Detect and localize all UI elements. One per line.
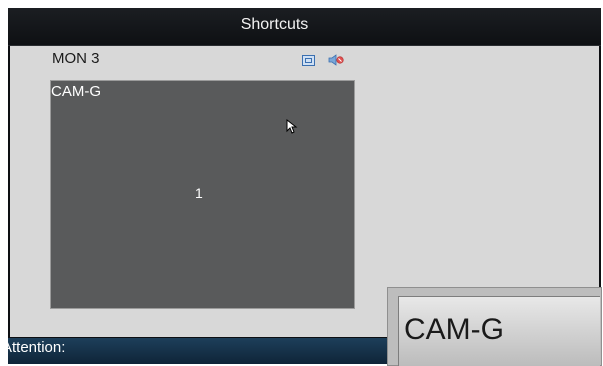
monitor-label: MON 3 <box>52 50 100 67</box>
audio-mute-icon[interactable] <box>328 53 344 67</box>
title-bar: Shortcuts <box>8 8 601 46</box>
attention-label: Attention: <box>2 339 66 356</box>
mouse-cursor-icon <box>286 119 298 134</box>
screen: Shortcuts MON 3 CAM-G 1 Attention: CAM-G <box>0 0 603 366</box>
preview-camera-label: CAM-G <box>51 83 101 100</box>
camera-name-overlay: CAM-G <box>387 287 602 366</box>
video-preview[interactable]: CAM-G 1 <box>50 80 355 309</box>
preview-window-number: 1 <box>195 185 203 201</box>
camera-name-panel: CAM-G <box>398 296 600 366</box>
window-title: Shortcuts <box>240 16 309 33</box>
camera-name-text: CAM-G <box>404 313 504 346</box>
fullscreen-icon[interactable] <box>302 55 315 66</box>
